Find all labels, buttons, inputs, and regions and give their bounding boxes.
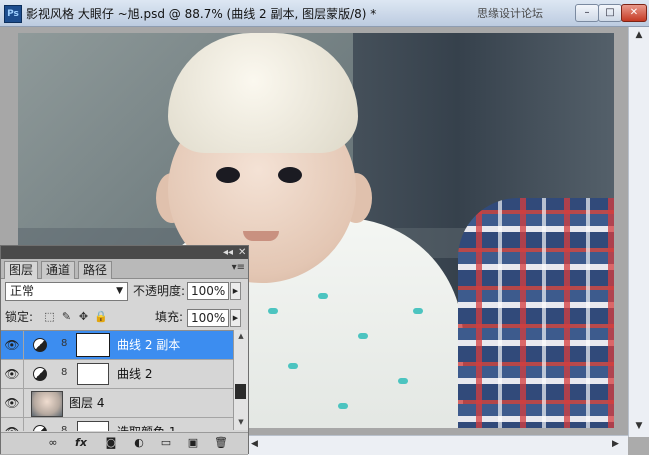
tab-channels[interactable]: 通道 — [41, 261, 76, 279]
tab-paths[interactable]: 路径 — [78, 261, 113, 279]
photo-eye-right — [278, 167, 302, 183]
lock-fill-row: 锁定: ⬚ ✎ ✥ 🔒 填充: 100% ▶ — [5, 308, 245, 328]
link-icon[interactable]: 8 — [61, 367, 67, 378]
layer-row-curves-2[interactable]: 👁 8 曲线 2 — [1, 360, 233, 389]
layer-name: 图层 4 — [69, 396, 105, 410]
layers-list: 👁 8 曲线 2 副本 👁 8 曲线 2 👁 图层 4 👁 8 选取颜色 1 — [1, 330, 233, 431]
document-title: 影视风格 大眼仔 ~旭.psd @ 88.7% (曲线 2 副本, 图层蒙版/8… — [26, 7, 377, 21]
photo-plaid-shirt — [458, 198, 614, 428]
trash-icon[interactable]: 🗑 — [213, 436, 229, 450]
shirt-pattern — [318, 293, 328, 299]
layer-mask-thumbnail[interactable] — [77, 363, 109, 385]
photo-mouth — [243, 231, 279, 241]
chevron-down-icon: ▼ — [116, 286, 123, 296]
shirt-pattern — [413, 308, 423, 314]
blend-mode-value: 正常 — [10, 284, 35, 298]
add-mask-icon[interactable]: ◙ — [103, 436, 119, 450]
shirt-pattern — [358, 333, 368, 339]
close-button[interactable]: ✕ — [621, 4, 647, 22]
eye-icon[interactable]: 👁 — [1, 331, 24, 359]
new-group-icon[interactable]: ▭ — [158, 436, 174, 450]
panel-header-strip[interactable]: ◂◂ ✕ — [1, 246, 248, 259]
fill-field[interactable]: 100% — [187, 309, 229, 327]
photo-eye-left — [216, 167, 240, 183]
new-layer-icon[interactable]: ▣ — [185, 436, 201, 450]
layer-name: 曲线 2 — [117, 367, 153, 381]
horizontal-scrollbar[interactable]: ◀ ▶ — [248, 435, 628, 455]
scroll-down-icon[interactable]: ▼ — [235, 418, 247, 426]
layer-thumbnail[interactable] — [31, 391, 63, 417]
document-titlebar[interactable]: Ps 影视风格 大眼仔 ~旭.psd @ 88.7% (曲线 2 副本, 图层蒙… — [0, 0, 649, 27]
vertical-scrollbar[interactable]: ▲ ▼ — [628, 27, 649, 437]
lock-all-icon[interactable]: 🔒 — [94, 310, 108, 323]
eye-icon[interactable]: 👁 — [1, 389, 24, 417]
layer-row-selective-color-1[interactable]: 👁 8 选取颜色 1 — [1, 418, 233, 431]
link-layers-icon[interactable]: ∞ — [45, 436, 61, 450]
maximize-button[interactable]: □ — [598, 4, 622, 22]
eye-icon[interactable]: 👁 — [1, 360, 24, 388]
shirt-pattern — [268, 308, 278, 314]
fill-label: 填充: — [155, 310, 184, 324]
lock-pixels-icon[interactable]: ✎ — [60, 310, 73, 323]
shirt-pattern — [288, 363, 298, 369]
shirt-pattern — [338, 403, 348, 409]
collapse-panel-icon[interactable]: ◂◂ — [223, 246, 233, 259]
layer-mask-thumbnail[interactable] — [77, 421, 109, 431]
opacity-slider-button[interactable]: ▶ — [230, 282, 241, 300]
minimize-icon: – — [584, 7, 590, 18]
adjustment-layer-icon[interactable]: ◐ — [131, 436, 147, 450]
maximize-icon: □ — [605, 7, 615, 18]
selective-color-adjustment-icon — [33, 425, 47, 431]
scroll-up-icon[interactable]: ▲ — [633, 30, 645, 42]
tab-layers[interactable]: 图层 — [4, 261, 39, 279]
lock-transparency-icon[interactable]: ⬚ — [43, 310, 56, 323]
photoshop-app-icon: Ps — [4, 5, 22, 23]
close-panel-icon[interactable]: ✕ — [238, 246, 246, 259]
scroll-right-icon[interactable]: ▶ — [612, 439, 624, 449]
layer-name: 曲线 2 副本 — [117, 338, 181, 352]
layer-mask-thumbnail[interactable] — [76, 333, 110, 357]
layers-panel: ◂◂ ✕ 图层 通道 路径 ▾≡ 正常 ▼ 不透明度: 100% ▶ 锁定: ⬚… — [0, 245, 249, 454]
link-icon[interactable]: 8 — [61, 338, 67, 349]
blend-mode-select[interactable]: 正常 ▼ — [5, 282, 128, 301]
panel-menu-icon[interactable]: ▾≡ — [232, 262, 245, 273]
lock-position-icon[interactable]: ✥ — [77, 310, 90, 323]
layers-scrollbar[interactable]: ▲ ▼ — [233, 330, 248, 430]
layer-row-layer-4[interactable]: 👁 图层 4 — [1, 389, 233, 418]
fill-slider-button[interactable]: ▶ — [230, 309, 241, 327]
scroll-thumb[interactable] — [235, 384, 246, 399]
scroll-down-icon[interactable]: ▼ — [633, 421, 645, 433]
close-icon: ✕ — [629, 7, 639, 18]
watermark-text: 思缘设计论坛 — [477, 7, 543, 20]
lock-label: 锁定: — [5, 310, 34, 324]
panel-tabs: 图层 通道 路径 ▾≡ — [1, 259, 248, 279]
layers-bottom-toolbar: ∞ fx ◙ ◐ ▭ ▣ 🗑 — [1, 432, 248, 454]
scroll-left-icon[interactable]: ◀ — [251, 439, 263, 449]
fx-icon[interactable]: fx — [73, 436, 89, 450]
shirt-pattern — [398, 378, 408, 384]
layer-row-curves-2-copy[interactable]: 👁 8 曲线 2 副本 — [1, 331, 233, 360]
scroll-up-icon[interactable]: ▲ — [235, 332, 247, 340]
eye-icon[interactable]: 👁 — [1, 418, 24, 431]
curves-adjustment-icon — [33, 367, 47, 381]
opacity-field[interactable]: 100% — [187, 282, 229, 300]
blend-opacity-row: 正常 ▼ 不透明度: 100% ▶ — [5, 282, 245, 304]
layer-name: 选取颜色 1 — [117, 418, 176, 431]
opacity-label: 不透明度: — [133, 284, 186, 298]
minimize-button[interactable]: – — [575, 4, 599, 22]
link-icon[interactable]: 8 — [61, 425, 67, 431]
curves-adjustment-icon — [33, 338, 47, 352]
